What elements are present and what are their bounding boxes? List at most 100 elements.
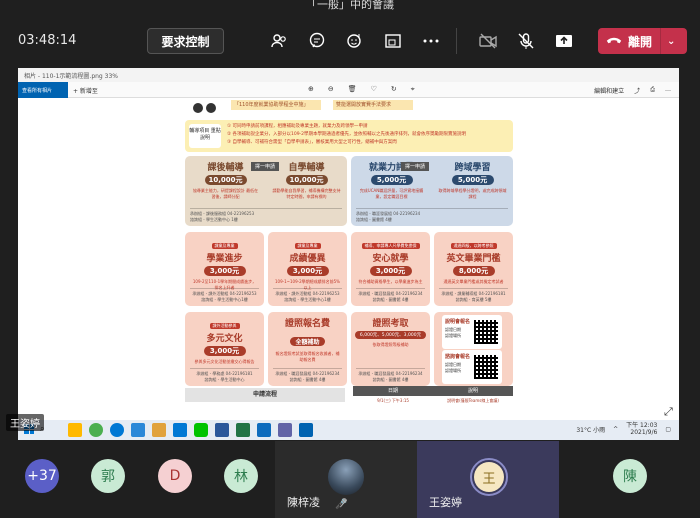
more-options-icon[interactable] <box>418 28 444 54</box>
share-icon[interactable]: ⤴ <box>634 86 640 95</box>
flowchart-image: 「110年度就業協助學程全中施」 雙能選開放實費手法要求 輔導項目 重點說明 ①… <box>183 98 518 428</box>
participant-name: 陳梓凌 <box>287 496 320 509</box>
strip-box-2: 雙能選開放實費手法要求 <box>333 100 413 110</box>
favorite-icon[interactable]: ♡ <box>371 85 377 94</box>
card-excellent-grades: 課業及專業 成績優異 3,000元 109-1~109-2學期總成績排名前5%以… <box>268 232 347 306</box>
word-icon[interactable] <box>215 423 229 437</box>
ie-icon[interactable] <box>131 423 145 437</box>
qr-title: 諮詢會報名 <box>445 354 471 360</box>
participant-tile[interactable]: 陳梓凌 🎤̸ <box>275 441 417 518</box>
card-amount: 5,000元 <box>370 175 413 185</box>
reactions-icon[interactable] <box>342 28 368 54</box>
line-icon[interactable] <box>194 423 208 437</box>
chevron-down-icon[interactable]: ⌄ <box>667 36 675 47</box>
card-desc: 完成UCAN職涯評量，可評實地接觸業，設定職涯目標 <box>359 188 424 199</box>
teams-icon[interactable] <box>278 423 292 437</box>
camera-off-icon[interactable] <box>475 28 501 54</box>
ribbon-choose-one: 擇一申請 <box>251 162 280 171</box>
card-footer: 承辦組 - 學務處 04-22196181 諮詢組 - 學生活動中心 <box>190 368 259 383</box>
avatar-photo <box>328 459 364 495</box>
card-footer: 承辦組 - 職涯發展組 04-22196234 諮詢組 - 圖書館 4樓 <box>356 208 508 223</box>
zoom-out-icon[interactable]: ⊖ <box>328 85 334 94</box>
card-footer: 承辦組 - 職涯發展組 04-22196234 諮詢組 - 圖書館 4樓 <box>356 368 425 383</box>
qr-lines: 認證日期 認證場所 <box>445 327 461 338</box>
avatar[interactable]: 郭 <box>91 459 125 493</box>
card-footer: 承辦組 - 課後服務組 04-22196253 諮詢組 - 學生活動中心 1樓 <box>190 208 342 223</box>
card-tag: 課外活動參與 <box>209 323 240 329</box>
rotate-icon[interactable]: ↻ <box>391 85 397 94</box>
outlook-icon[interactable] <box>257 423 271 437</box>
notice-line: ② 各項補助說企業分，入部分以109-2學期本學期通過者優先，並依照輔以之先後通… <box>227 132 467 137</box>
weather-text[interactable]: 31°C 小雨 <box>576 425 605 434</box>
notification-icon[interactable]: ▢ <box>665 426 671 433</box>
chat-icon[interactable] <box>304 28 330 54</box>
share-tray-icon[interactable] <box>551 28 577 54</box>
meeting-toolbar: 03:48:14 要求控制 離開 ⌄ <box>0 20 700 62</box>
flow-title: 申請流程 <box>185 388 345 402</box>
tray-arrow-icon[interactable]: ^ <box>613 426 618 433</box>
clock[interactable]: 下午 12:03 2021/9/6 <box>626 422 657 436</box>
participants-icon[interactable] <box>266 28 292 54</box>
folder-icon[interactable] <box>152 423 166 437</box>
participant-tile[interactable]: 王 王姿婷 <box>417 441 559 518</box>
phone-hangup-icon <box>606 34 622 48</box>
rooms-icon[interactable] <box>380 28 406 54</box>
see-all-photos-button[interactable]: 查看所有相片 <box>18 82 68 98</box>
card-footer: 承辦組 - 職涯發展組 04-22196234 諮詢組 - 圖書館 4樓 <box>273 368 342 383</box>
card-amount: 全額補助 <box>290 337 325 346</box>
avatar[interactable]: 林 <box>224 459 258 493</box>
card-group-tutoring: 擇一申請 課後輔導 10,000元 協尋業主能力，研提課程設計 最低在習後，請師… <box>185 156 347 226</box>
notice-lines: ① 可同時申請前項課程，相應補助及專業主題，就業力及跨領學一申請 ② 各項補助說… <box>227 123 466 147</box>
edge-icon[interactable] <box>110 423 124 437</box>
card-academic-progress: 課業及專業 學業進步 3,000元 109-2至110-1學年期間成績進步，排名… <box>185 232 264 306</box>
chrome-icon[interactable] <box>89 423 103 437</box>
qr-panel-consult: 諮詢會報名 認證日期 認證場所 <box>442 350 502 384</box>
file-explorer-icon[interactable] <box>68 423 82 437</box>
card-amount: 8,000元 <box>452 266 495 276</box>
card-english-threshold: 通過四級，以跨考參照 英文畢業門檻 8,000元 通過英文畢業門檻或其檢定考試者… <box>434 232 513 306</box>
qr-code-icon[interactable] <box>472 318 500 346</box>
card-amount: 3,000元 <box>203 266 246 276</box>
mic-off-icon: 🎤̸ <box>335 499 348 510</box>
card-cert-fee: 證照報名費 全額補助 報名證照考試並取得報名收據者，補助報名費 承辦組 - 職涯… <box>268 312 347 386</box>
strip-dots <box>193 98 219 117</box>
delete-icon[interactable]: 🗑 <box>348 85 357 94</box>
avatar[interactable]: 陳 <box>613 459 647 493</box>
card-tag: 課業及專業 <box>294 243 321 249</box>
footer-line: 諮詢組 - 學生活動中心 1樓 <box>190 217 238 222</box>
card-tag: 補導、申請專人尺學費免擔保 <box>361 243 420 249</box>
mic-off-icon[interactable] <box>513 28 539 54</box>
zoom-in-icon[interactable]: ⊕ <box>308 85 314 94</box>
edit-create-button[interactable]: 編輯和建立 <box>594 86 624 95</box>
excel-icon[interactable] <box>236 423 250 437</box>
crop-icon[interactable]: ⌖ <box>411 85 415 94</box>
avatar: 王 <box>474 462 504 492</box>
card-title: 證照報名費 <box>284 319 330 329</box>
avatar[interactable]: D <box>158 459 192 493</box>
notice-panel: 輔導項目 重點說明 ① 可同時申請前項課程，相應補助及專業主題，就業力及跨領學一… <box>185 120 513 152</box>
card-footer: 承辦組 - 職涯發展組 04-22196234 諮詢組 - 圖書館 4樓 <box>356 288 425 303</box>
viewer-tool-group: ⊕ ⊖ 🗑 ♡ ↻ ⌖ <box>308 85 415 94</box>
photos-icon[interactable] <box>299 423 313 437</box>
toolbar-divider <box>456 28 457 54</box>
top-strip: 「110年度就業協助學程全中施」 雙能選開放實費手法要求 <box>183 98 518 113</box>
card-title: 安心就學 <box>372 254 409 264</box>
card-cross-domain: 跨域學習 5,000元 取得跨域學程學分證明，或完成跨領域課程 <box>432 156 513 200</box>
leave-button[interactable]: 離開 ⌄ <box>598 28 687 54</box>
card-secure-study: 補導、申請專人尺學費免擔保 安心就學 3,000元 符合補助資格學生，以學業進步… <box>351 232 430 306</box>
print-icon[interactable]: ⎙ <box>650 86 655 95</box>
leave-divider <box>660 28 662 54</box>
request-control-button[interactable]: 要求控制 <box>147 28 224 54</box>
add-to-button[interactable]: + 新增至 <box>73 86 98 95</box>
expand-icon[interactable]: ⤢ <box>664 405 673 419</box>
participant-name: 王姿婷 <box>429 496 462 509</box>
meeting-title: 「一般」中的會議 <box>306 0 394 11</box>
overflow-participants-button[interactable]: +37 <box>25 459 59 493</box>
card-amount: 5,000元 <box>451 175 494 185</box>
card-group-employability: 擇一申請 就業力評量 5,000元 完成UCAN職涯評量，可評實地接觸業，設定職… <box>351 156 513 226</box>
card-amount: 10,000元 <box>285 175 328 185</box>
qr-code-icon[interactable] <box>472 353 500 381</box>
store-icon[interactable] <box>173 423 187 437</box>
more-icon[interactable]: … <box>665 86 671 95</box>
qr-title: 說明會報名 <box>445 319 471 325</box>
